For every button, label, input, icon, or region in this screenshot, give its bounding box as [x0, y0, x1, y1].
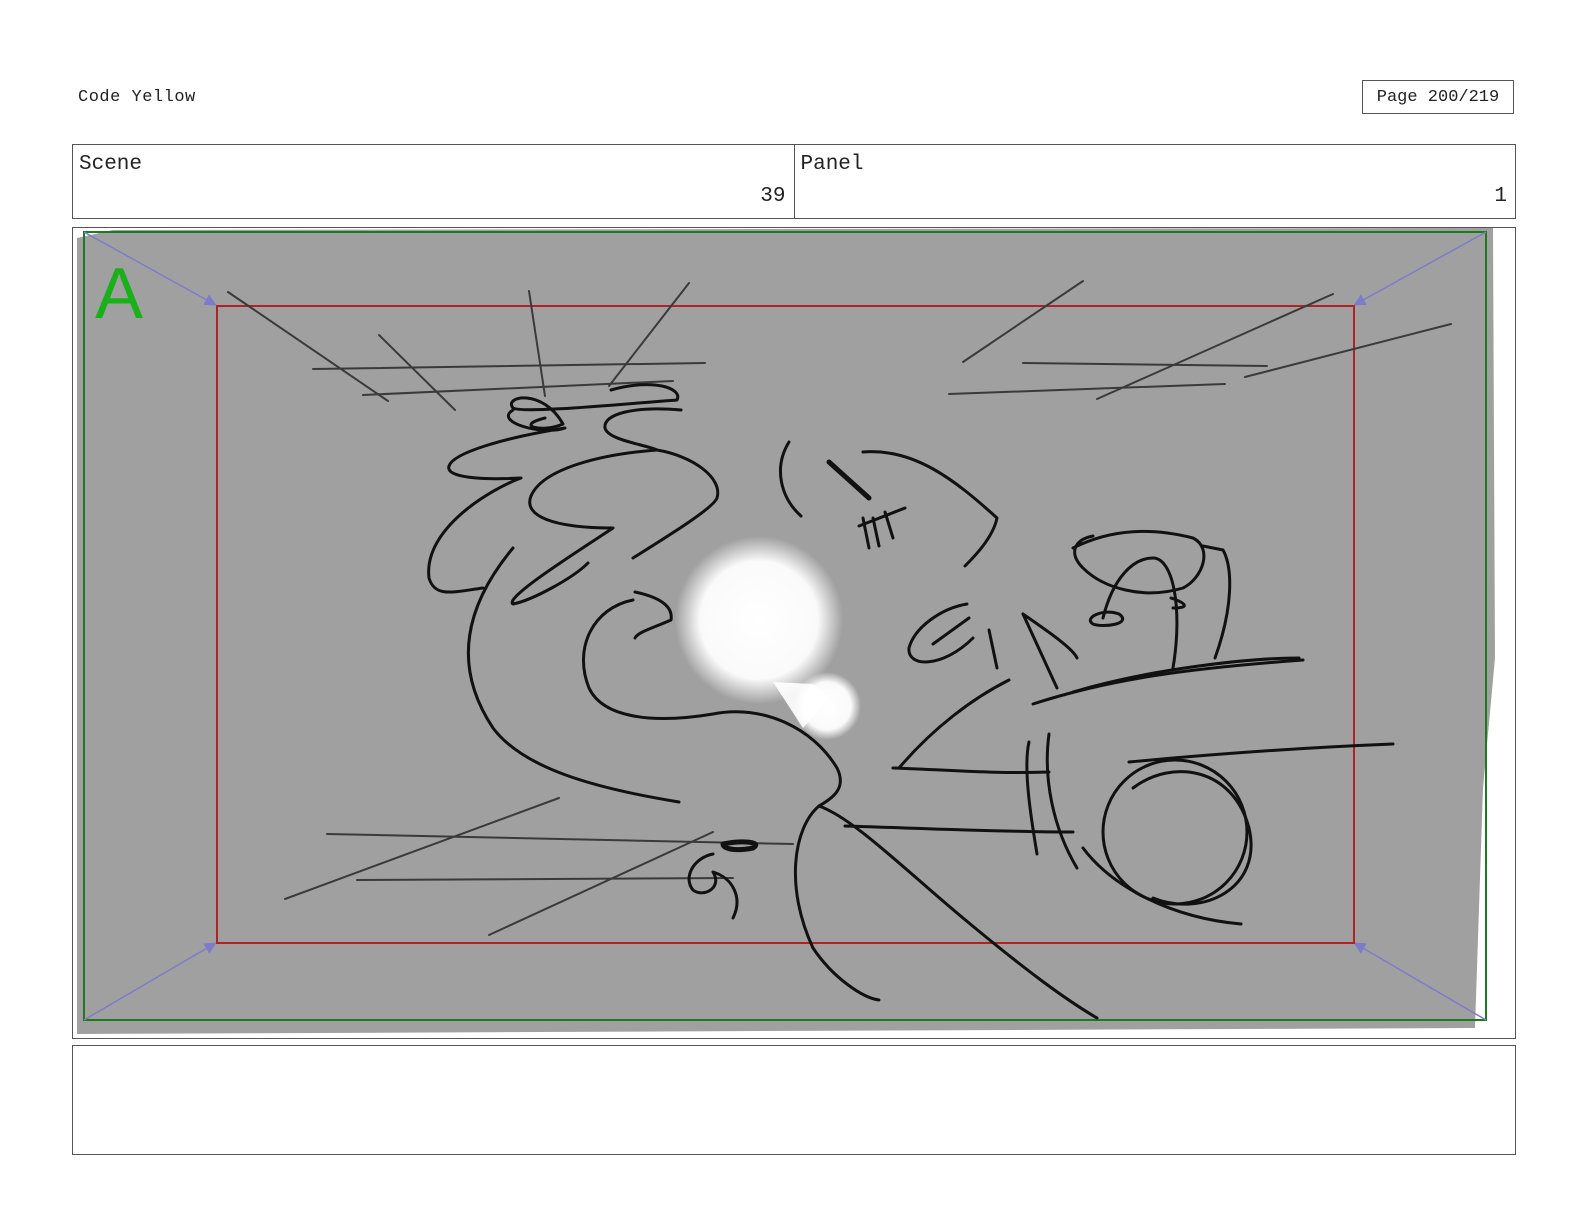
layer-marker: A [95, 254, 143, 334]
project-title: Code Yellow [78, 88, 196, 107]
page-counter: Page 200/219 [1362, 80, 1514, 114]
panel-cell: Panel 1 [793, 145, 1516, 218]
scene-label: Scene [79, 153, 143, 176]
panel-number: 1 [1494, 185, 1507, 208]
scene-number: 39 [760, 185, 786, 208]
scene-panel-header: Scene 39 Panel 1 [72, 144, 1516, 219]
panel-label: Panel [800, 153, 864, 176]
scene-cell: Scene 39 [73, 145, 794, 218]
panel-notes-box [72, 1045, 1516, 1155]
storyboard-frame: A [72, 227, 1516, 1039]
storyboard-sketch: A [77, 228, 1495, 1034]
